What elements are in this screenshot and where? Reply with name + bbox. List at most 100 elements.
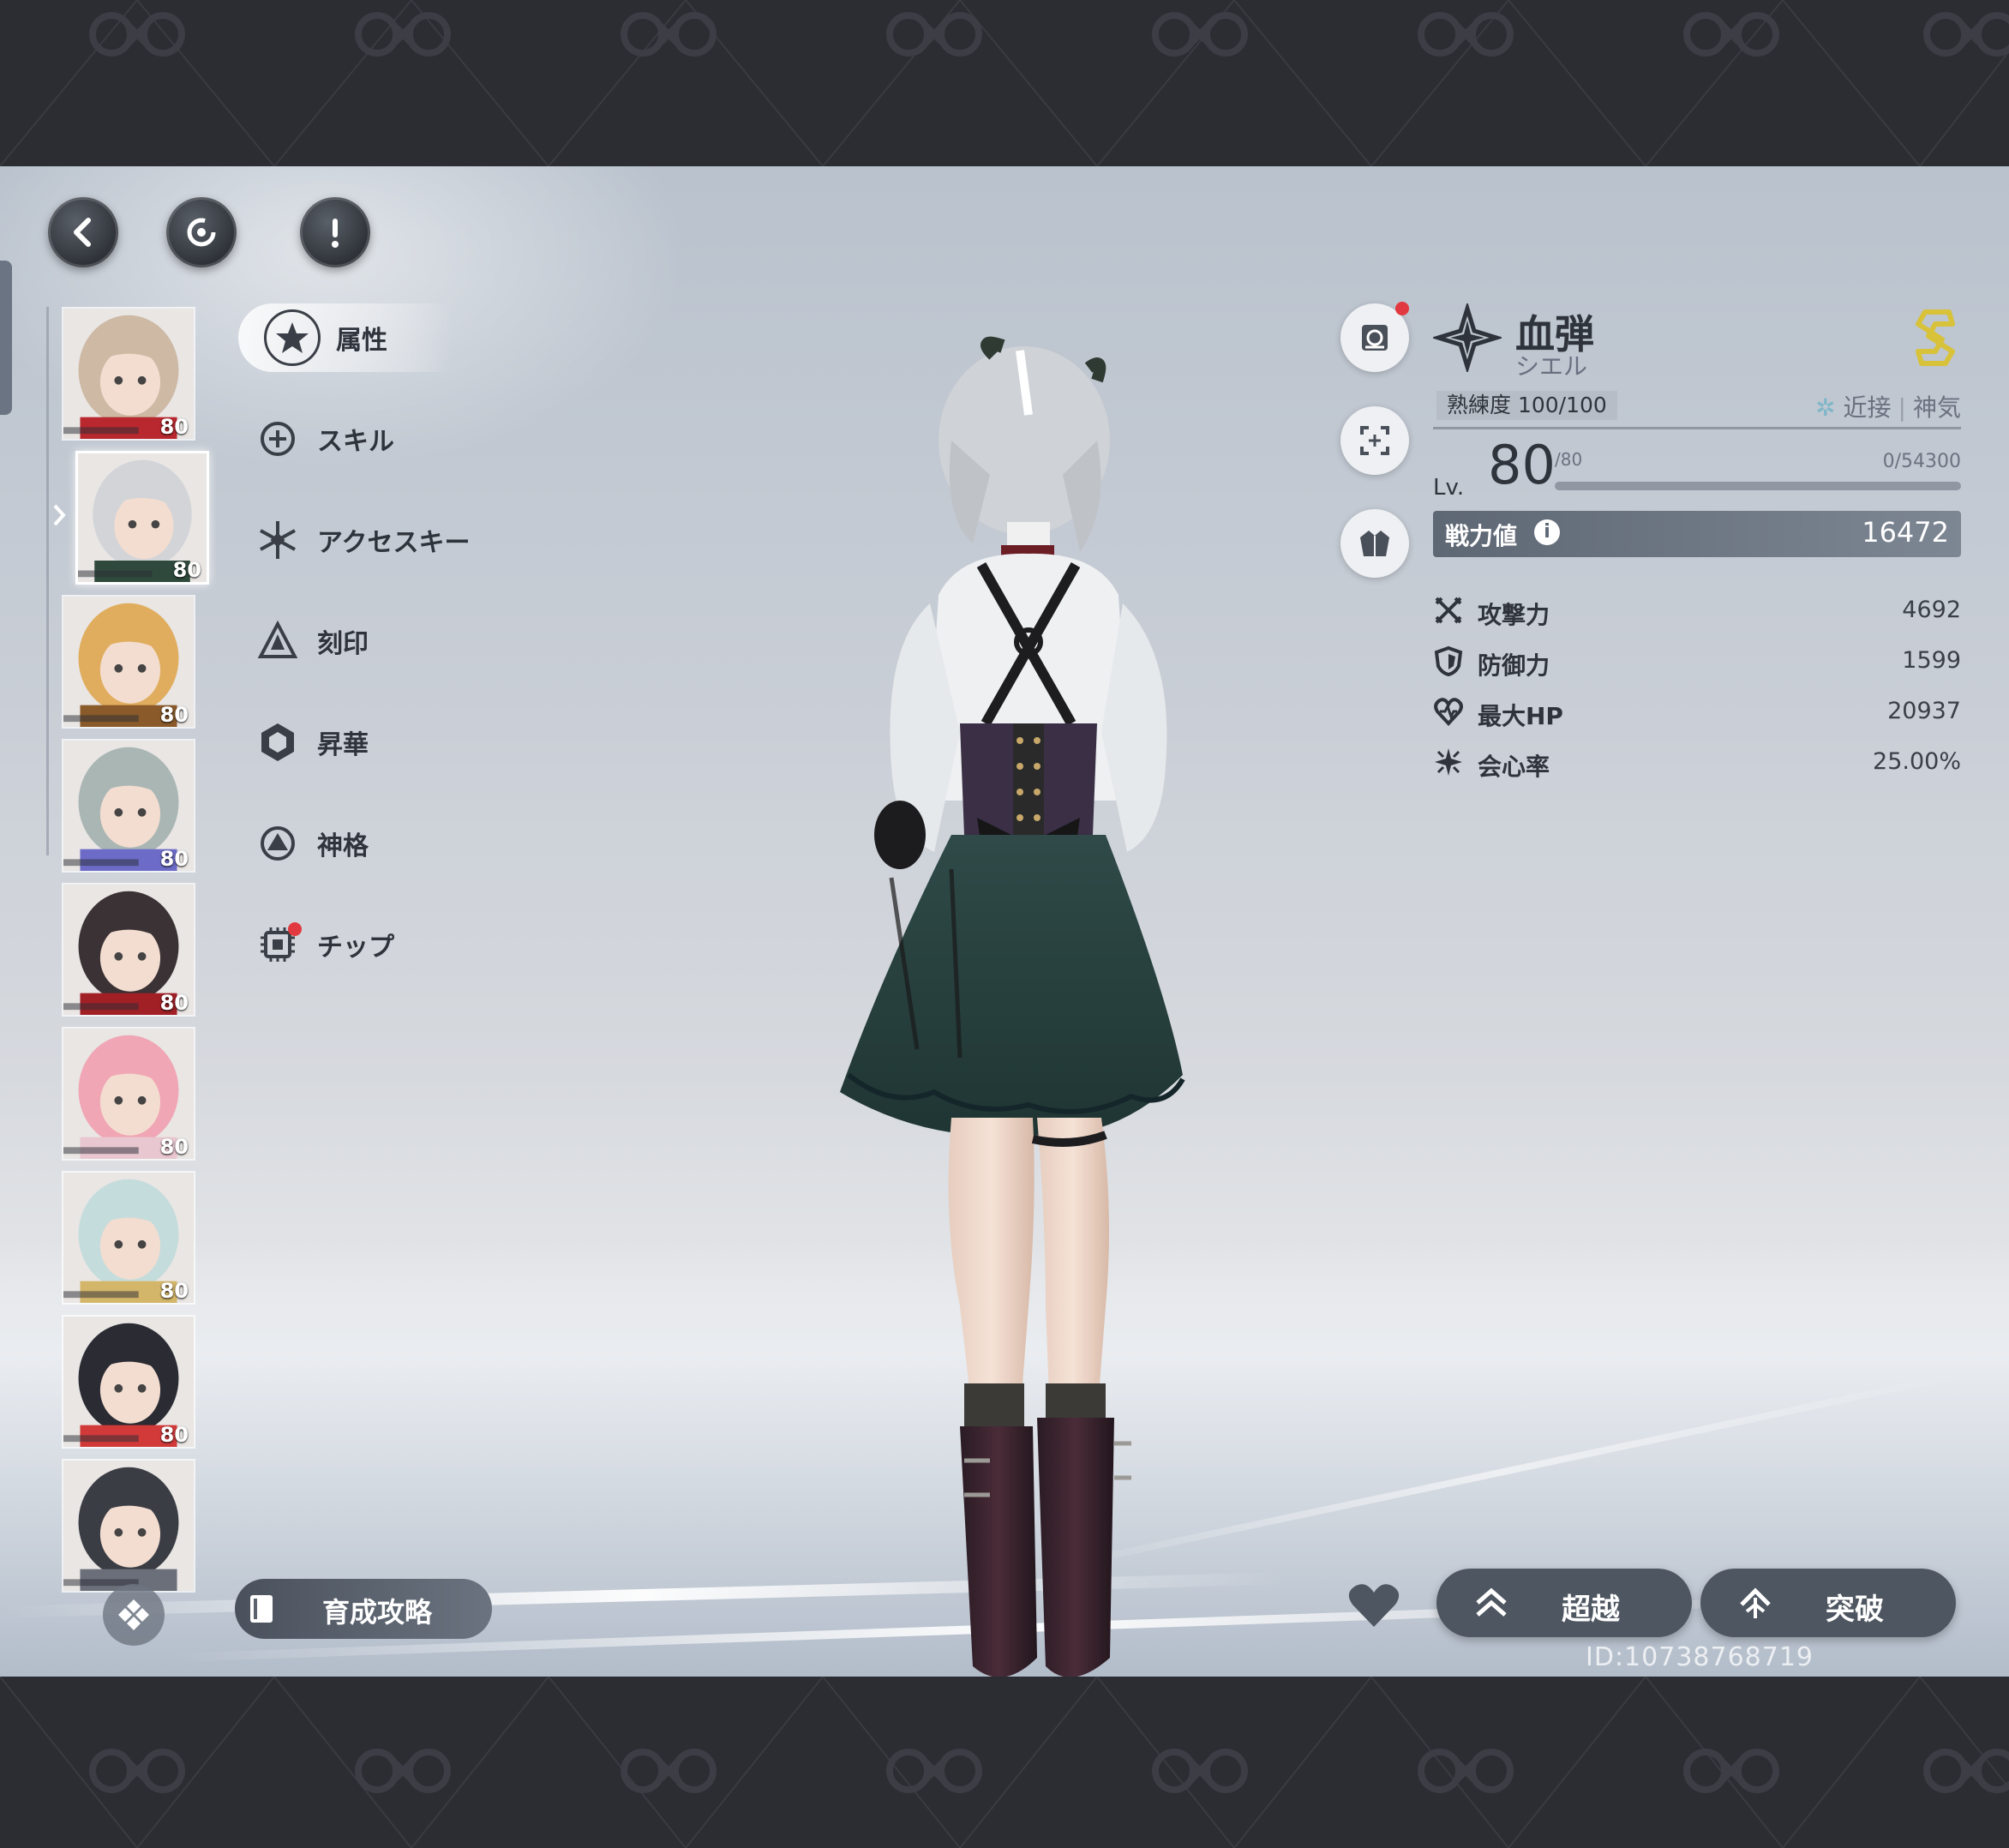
portrait-level: 80 <box>159 1279 189 1303</box>
portrait-level: 80 <box>159 703 189 727</box>
arrow-up-icon <box>1740 1587 1771 1618</box>
character-model <box>840 336 1185 1677</box>
exp-value: 0/54300 <box>1882 451 1961 472</box>
stat-name: 攻撃力 <box>1478 601 1550 629</box>
pyramid-icon <box>254 617 302 665</box>
outfit-button[interactable] <box>1340 509 1409 578</box>
controller-button[interactable] <box>103 1584 165 1646</box>
bottom-pattern-band <box>0 1677 2009 1848</box>
stat-value: 1599 <box>1902 647 1961 674</box>
level-value: 80 <box>1488 434 1556 496</box>
roster-portrait[interactable]: 80 <box>62 739 195 873</box>
menu-item-3[interactable]: 刻印 <box>238 607 495 675</box>
expand-icon <box>1360 426 1389 455</box>
burst-icon <box>1433 747 1464 777</box>
menu-item-label: 神格 <box>317 831 369 861</box>
menu-item-label: 属性 <box>336 326 387 356</box>
snowflake-icon <box>254 516 302 564</box>
menu-item-label: スキル <box>317 427 394 457</box>
spark-icon: ✲ <box>1815 393 1836 422</box>
portrait-level: 80 <box>159 1423 189 1447</box>
roster-portrait[interactable]: 80 <box>75 451 209 585</box>
refresh-button[interactable] <box>166 197 237 267</box>
back-button[interactable] <box>48 197 118 267</box>
roster-portrait[interactable]: 80 <box>62 1171 195 1305</box>
menu-item-5[interactable]: 神格 <box>238 809 495 878</box>
character-subname: シエル <box>1515 352 1588 381</box>
character-roster[interactable]: 80 80 80 80 80 80 80 80 <box>62 307 216 1677</box>
level-max: /80 <box>1555 449 1583 470</box>
menu-item-label: 刻印 <box>317 629 369 659</box>
chevron-left-icon <box>74 218 91 247</box>
portrait-level: 80 <box>159 1135 189 1159</box>
roster-portrait[interactable]: 80 <box>62 307 195 441</box>
exclamation-icon <box>332 219 339 248</box>
exp-bar <box>1555 482 1961 490</box>
portrait-level: 80 <box>159 991 189 1015</box>
menu-item-0[interactable]: 属性 <box>238 303 453 372</box>
tag-melee: 近接 <box>1843 393 1892 422</box>
roster-portrait[interactable] <box>62 1459 195 1593</box>
notification-badge <box>1395 302 1409 315</box>
menu-item-label: 昇華 <box>317 730 369 760</box>
roster-portrait[interactable]: 80 <box>62 595 195 729</box>
tag-divine: 神気 <box>1912 393 1961 422</box>
element-emblem-icon <box>1433 303 1502 372</box>
menu-item-6[interactable]: チップ <box>238 910 495 979</box>
notification-badge <box>288 922 302 936</box>
stat-row: 防御力 1599 <box>1433 640 1961 683</box>
stat-name: 会心率 <box>1478 753 1550 781</box>
heart-icon <box>1433 696 1464 727</box>
breakthrough-label: 突破 <box>1826 1593 1884 1627</box>
menu-item-2[interactable]: アクセスキー <box>238 506 495 574</box>
top-pattern-band <box>0 0 2009 166</box>
jacket-icon <box>1360 531 1389 556</box>
user-id: ID:10738768719 <box>1586 1642 1814 1672</box>
triangle-circle-icon <box>254 819 302 867</box>
character-face-icon <box>63 1461 194 1591</box>
power-label: 戦力値 <box>1445 522 1518 550</box>
diamond-grid-icon <box>118 1599 149 1630</box>
archive-icon <box>1362 325 1388 351</box>
menu-item-4[interactable]: 昇華 <box>238 708 495 777</box>
level-label: Lv. <box>1433 475 1465 501</box>
archive-button[interactable] <box>1340 302 1409 372</box>
game-screen: 80 80 80 80 80 80 80 80 属性スキルアクセスキー 刻印昇華神格チップ <box>0 166 2009 1677</box>
shield-icon <box>1433 645 1464 677</box>
roster-portrait[interactable]: 80 <box>62 1315 195 1449</box>
power-info-button[interactable]: i <box>1534 519 1560 545</box>
mastery-label: 熟練度 100/100 <box>1436 391 1617 420</box>
power-bar: 戦力値 i 16472 <box>1433 511 1961 557</box>
roster-portrait[interactable]: 80 <box>62 883 195 1017</box>
stat-row: 最大HP 20937 <box>1433 691 1961 734</box>
favorite-heart-icon[interactable] <box>1346 1579 1402 1630</box>
roster-portrait[interactable]: 80 <box>62 1027 195 1161</box>
plus-circle-icon <box>254 415 302 463</box>
stat-name: 防御力 <box>1478 651 1550 680</box>
transcend-label: 超越 <box>1562 1593 1620 1627</box>
menu-item-label: チップ <box>317 933 394 963</box>
training-guide-label: 育成攻略 <box>322 1596 433 1629</box>
breakthrough-button[interactable]: 突破 <box>1700 1569 1956 1637</box>
stat-row: 会心率 25.00% <box>1433 741 1961 784</box>
tag-separator: | <box>1898 393 1906 422</box>
menu-item-label: アクセスキー <box>317 528 471 558</box>
refresh-icon <box>187 218 216 247</box>
rank-s-icon <box>1916 309 1955 366</box>
stat-value: 20937 <box>1887 698 1961 724</box>
training-guide-button[interactable]: 育成攻略 <box>235 1579 492 1639</box>
info-button[interactable] <box>300 197 370 267</box>
menu-item-1[interactable]: スキル <box>238 405 495 473</box>
portrait-level: 80 <box>159 847 189 871</box>
stat-value: 4692 <box>1902 597 1961 623</box>
stat-row: 攻撃力 4692 <box>1433 590 1961 633</box>
book-icon <box>250 1595 273 1623</box>
chip-icon <box>254 921 302 969</box>
fullscreen-button[interactable] <box>1340 406 1409 475</box>
side-drawer-handle[interactable] <box>0 261 12 415</box>
portrait-level: 80 <box>159 415 189 439</box>
transcend-button[interactable]: 超越 <box>1436 1569 1692 1637</box>
star-circle-icon <box>264 309 321 366</box>
double-chevron-up-icon <box>1476 1587 1507 1617</box>
stat-name: 最大HP <box>1478 702 1563 730</box>
